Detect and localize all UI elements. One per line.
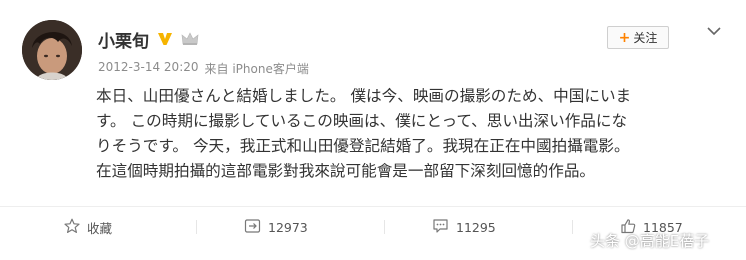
follow-label: 关注 xyxy=(633,31,658,45)
follow-button[interactable]: + 关注 xyxy=(607,26,669,49)
post-meta: 2012-3-14 20:20 来自 iPhone客户端 xyxy=(98,60,309,77)
favorite-button[interactable]: 收藏 xyxy=(64,216,112,238)
repost-icon xyxy=(244,218,261,237)
name-row: 小栗旬 xyxy=(98,26,199,52)
user-name[interactable]: 小栗旬 xyxy=(98,27,149,52)
action-separator xyxy=(384,220,385,234)
repost-count: 12973 xyxy=(268,219,308,235)
post-time[interactable]: 2012-3-14 20:20 xyxy=(98,60,199,77)
chevron-down-icon[interactable] xyxy=(704,24,724,38)
watermark-text: 头条 @高能E蓓子 xyxy=(590,231,710,250)
action-separator xyxy=(196,220,197,234)
comment-icon xyxy=(432,218,449,237)
divider xyxy=(0,206,746,207)
watermark: 头条 @高能E蓓子 xyxy=(590,226,709,254)
post-line: りそうです。 今天，我正式和山田優登記結婚了。我現在正在中國拍攝電影。 xyxy=(96,137,630,155)
star-icon xyxy=(64,218,80,237)
crown-icon[interactable] xyxy=(181,32,199,46)
post-line: す。 この時期に撮影しているこの映画は、僕にとって、思い出深い作品にな xyxy=(96,112,628,130)
avatar[interactable] xyxy=(22,20,82,80)
favorite-label: 收藏 xyxy=(87,220,113,236)
repost-button[interactable]: 12973 xyxy=(244,216,308,238)
plus-icon: + xyxy=(618,29,631,46)
verified-v-icon[interactable] xyxy=(157,32,173,46)
comment-count: 11295 xyxy=(456,219,496,235)
post-line: 在這個時期拍攝的這部電影對我來說可能會是一部留下深刻回憶的作品。 xyxy=(96,162,596,180)
weibo-post-card: 小栗旬 2012-3-14 20:20 来自 iPhone客户端 + 关注 本日… xyxy=(0,0,746,260)
action-separator xyxy=(572,220,573,234)
post-text: 本日、山田優さんと結婚しました。 僕は今、映画の撮影のため、中国にいま す。 こ… xyxy=(96,84,726,184)
comment-button[interactable]: 11295 xyxy=(432,216,496,238)
post-source: 来自 iPhone客户端 xyxy=(204,62,309,76)
post-line: 本日、山田優さんと結婚しました。 僕は今、映画の撮影のため、中国にいま xyxy=(96,87,632,105)
